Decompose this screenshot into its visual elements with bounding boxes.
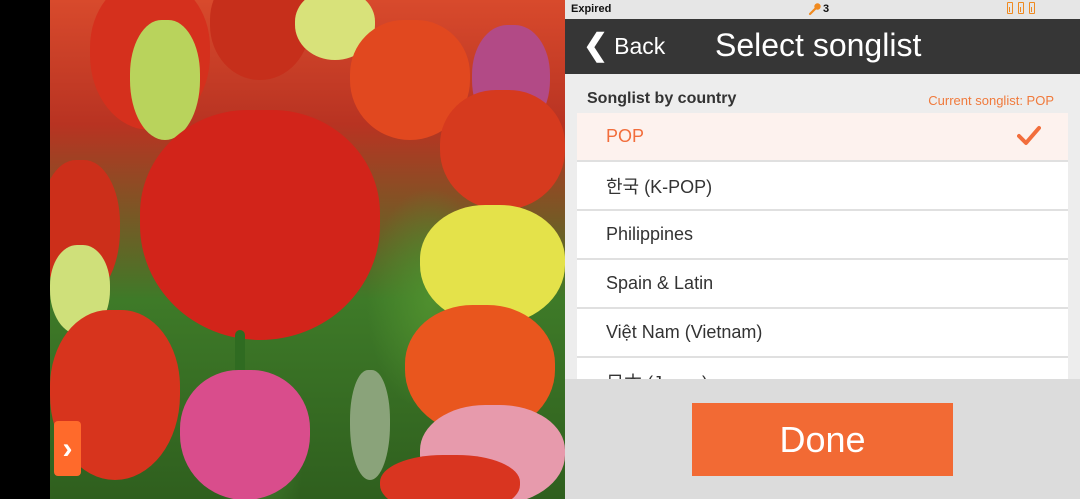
microphone-icon [808, 3, 821, 16]
photo-next-button[interactable]: › [54, 421, 81, 476]
songlist-item-label: 한국 (K-POP) [606, 176, 713, 197]
status-bar: Expired 3 [565, 0, 1080, 19]
songlist-item-vietnam[interactable]: Việt Nam (Vietnam) [577, 309, 1068, 358]
tulip-photo [50, 0, 565, 499]
songlist-item-kpop[interactable]: 한국 (K-POP) [577, 162, 1068, 211]
chevron-left-icon: ❮ [583, 29, 609, 62]
songlist-item-philippines[interactable]: Philippines [577, 211, 1068, 260]
header: ❮ Back Select songlist [565, 19, 1080, 74]
songlist-item-japan[interactable]: 日本 (Japan) [577, 358, 1068, 379]
battery-icon [1029, 2, 1035, 14]
bottom-bar: Done [565, 379, 1080, 499]
section-label: Songlist by country [587, 90, 737, 107]
songlist-item-pop[interactable]: POP [577, 113, 1068, 162]
songlist-panel: Expired 3 ❮ Back Select songlist Songlis… [565, 0, 1080, 499]
songlist-item-label: Philippines [606, 224, 694, 244]
songlist-list[interactable]: POP 한국 (K-POP) Philippines Spain & Latin… [577, 113, 1068, 379]
current-songlist-label: Current songlist: POP [928, 93, 1054, 108]
chevron-right-icon: › [62, 431, 73, 465]
battery-icon [1007, 2, 1013, 14]
left-black-bar [0, 0, 50, 499]
checkmark-icon [1017, 126, 1041, 145]
songlist-item-label: POP [606, 126, 645, 146]
back-label: Back [614, 32, 666, 59]
mic-count: 3 [823, 3, 830, 15]
songlist-item-label: Spain & Latin [606, 273, 714, 293]
songlist-item-spain-latin[interactable]: Spain & Latin [577, 260, 1068, 309]
songlist-item-label: 日本 (Japan) [606, 369, 708, 380]
back-button[interactable]: ❮ Back [583, 27, 665, 65]
done-button[interactable]: Done [692, 403, 953, 476]
battery-indicators [1007, 2, 1035, 14]
battery-icon [1018, 2, 1024, 14]
songlist-item-label: Việt Nam (Vietnam) [606, 322, 763, 342]
page-title: Select songlist [715, 27, 922, 63]
expired-label: Expired [571, 3, 612, 15]
